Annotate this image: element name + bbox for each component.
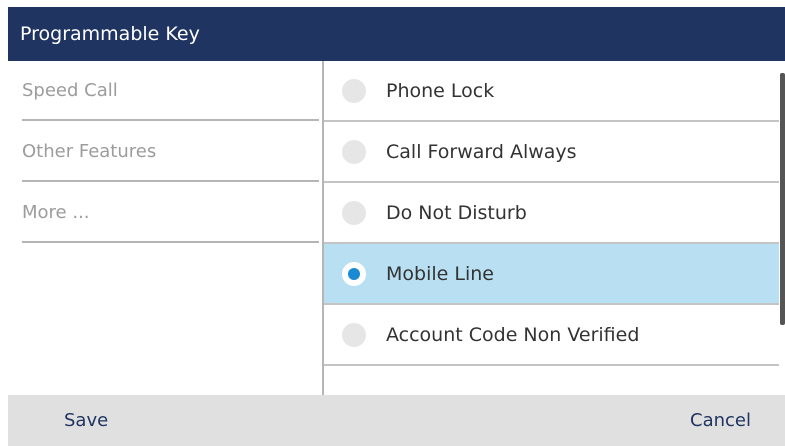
radio-button-icon[interactable] [342, 78, 366, 103]
option-mobile-line[interactable]: Mobile Line [324, 244, 779, 305]
category-list: Speed Call Other Features More ... [8, 61, 322, 395]
option-phone-lock[interactable]: Phone Lock [324, 61, 779, 122]
option-label: Call Forward Always [386, 140, 577, 163]
option-label: Mobile Line [386, 262, 494, 285]
option-label: Do Not Disturb [386, 201, 527, 224]
page-title: Programmable Key [20, 23, 200, 45]
category-label: Other Features [22, 140, 157, 162]
title-bar: Programmable Key [8, 7, 785, 61]
cancel-button[interactable]: Cancel [690, 395, 751, 446]
category-speed-call[interactable]: Speed Call [22, 61, 319, 121]
category-label: More ... [22, 201, 90, 223]
radio-button-icon[interactable] [342, 200, 366, 225]
option-list: Phone Lock Call Forward Always Do Not Di… [324, 61, 779, 395]
option-do-not-disturb[interactable]: Do Not Disturb [324, 183, 779, 244]
category-more[interactable]: More ... [22, 183, 319, 243]
radio-selected-icon[interactable] [342, 261, 366, 286]
radio-button-icon[interactable] [342, 322, 366, 347]
radio-dot-icon [348, 267, 360, 280]
main-content: Speed Call Other Features More ... Phone… [8, 61, 785, 395]
option-call-forward-always[interactable]: Call Forward Always [324, 122, 779, 183]
softkey-bar: Save Cancel [8, 395, 785, 446]
category-other-features[interactable]: Other Features [22, 122, 319, 182]
save-button[interactable]: Save [64, 395, 108, 446]
option-account-code-non-verified[interactable]: Account Code Non Verified [324, 305, 779, 366]
option-label: Phone Lock [386, 79, 495, 102]
option-label: Account Code Non Verified [386, 323, 640, 346]
category-label: Speed Call [22, 79, 118, 101]
radio-button-icon[interactable] [342, 139, 366, 164]
scrollbar[interactable] [780, 73, 785, 325]
